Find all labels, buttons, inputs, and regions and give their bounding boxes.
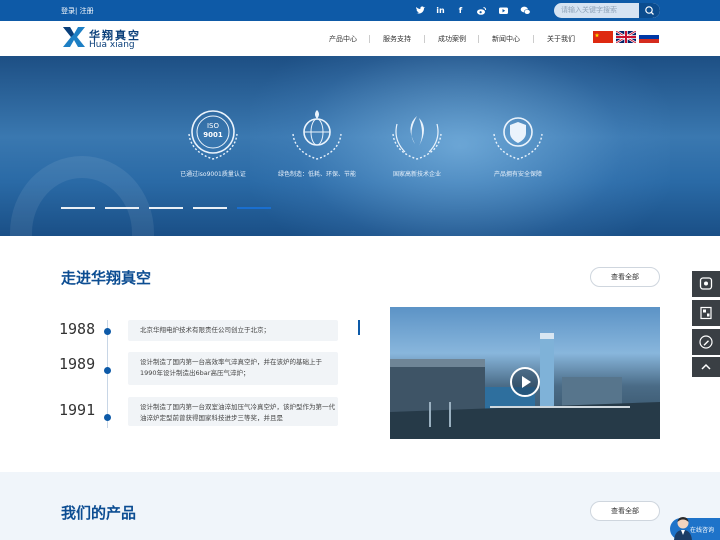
- phone-button[interactable]: [692, 271, 720, 297]
- badge-label: 产品拥有安全保障: [493, 171, 542, 178]
- timeline-year: 1991: [59, 401, 96, 419]
- globe-leaf-icon: [292, 110, 342, 160]
- slide-indicator[interactable]: [149, 207, 183, 209]
- slide-indicator[interactable]: [237, 207, 271, 209]
- russia-flag-icon[interactable]: [639, 31, 659, 43]
- shield-icon: [493, 117, 543, 160]
- timeline-dot: [104, 328, 111, 335]
- search-icon: [645, 6, 654, 15]
- timeline-scroll-indicator[interactable]: [358, 320, 360, 335]
- svg-text:9001: 9001: [203, 131, 223, 139]
- nav-cases[interactable]: 成功案例: [438, 34, 466, 44]
- play-icon: [522, 376, 531, 388]
- timeline-year: 1989: [59, 355, 96, 373]
- feedback-button[interactable]: [692, 329, 720, 355]
- svg-text:ISO: ISO: [207, 122, 220, 130]
- china-flag-icon[interactable]: [593, 31, 613, 43]
- qrcode-icon: [700, 306, 712, 320]
- about-title: 走进华翔真空: [61, 269, 152, 287]
- products-title: 我们的产品: [61, 504, 137, 522]
- linkedin-icon[interactable]: in: [435, 5, 446, 16]
- login-link[interactable]: 登录: [61, 7, 75, 15]
- chat-label: 在线咨询: [690, 527, 715, 534]
- timeline-text: 北京华翔电炉技术有限责任公司创立于北京；: [128, 320, 338, 341]
- nav-divider: [424, 35, 425, 43]
- edit-icon: [699, 335, 713, 349]
- nav-products[interactable]: 产品中心: [329, 34, 357, 44]
- banner-decor: [10, 156, 154, 236]
- phone-icon: [699, 277, 713, 290]
- nav-about[interactable]: 关于我们: [547, 34, 575, 44]
- about-view-all-button[interactable]: 查看全部: [590, 267, 660, 287]
- register-link[interactable]: 注册: [80, 7, 94, 15]
- account-links: 登录| 注册: [61, 6, 94, 16]
- products-view-all-button[interactable]: 查看全部: [590, 501, 660, 521]
- iso-9001-icon: ISO 9001: [188, 110, 238, 160]
- twitter-icon[interactable]: [415, 5, 426, 16]
- timeline-text: 设计制造了国内第一台双室油淬加压气冷真空炉，该炉型作为第一代油淬炉定型前曾获得国…: [128, 397, 338, 426]
- weibo-icon[interactable]: [476, 5, 487, 16]
- nav-service[interactable]: 服务支持: [383, 34, 411, 44]
- search-input[interactable]: 请输入关键字搜索: [561, 5, 617, 15]
- badge-label: 已通过iso9001质量认证: [180, 171, 246, 178]
- back-to-top-button[interactable]: [692, 357, 720, 377]
- logo-mark-icon[interactable]: [62, 26, 86, 48]
- hero-banner: [0, 56, 720, 236]
- play-button[interactable]: [510, 367, 540, 397]
- slide-indicator[interactable]: [105, 207, 139, 209]
- slide-indicator[interactable]: [193, 207, 227, 209]
- search-box: 请输入关键字搜索: [554, 3, 660, 18]
- logo-text-en: Hua xiang: [89, 40, 135, 50]
- timeline-dot: [104, 414, 111, 421]
- timeline-text: 设计制造了国内第一台高效率气淬真空炉，并在该炉的基础上于1990年设计制造出6b…: [128, 352, 338, 385]
- timeline-year: 1988: [59, 320, 96, 338]
- account-separator: |: [75, 7, 78, 15]
- search-button[interactable]: [639, 3, 660, 18]
- nav-news[interactable]: 新闻中心: [492, 34, 520, 44]
- nav-divider: [533, 35, 534, 43]
- uk-flag-icon[interactable]: [616, 31, 636, 43]
- nav-divider: [478, 35, 479, 43]
- youtube-icon[interactable]: [498, 5, 509, 16]
- wechat-icon[interactable]: [520, 5, 531, 16]
- badge-label: 国家高新技术企业: [392, 171, 441, 178]
- timeline-dot: [104, 367, 111, 374]
- hitech-icon: [392, 116, 442, 160]
- arrow-up-icon: [701, 363, 711, 370]
- qrcode-button[interactable]: [692, 300, 720, 326]
- nav-divider: [369, 35, 370, 43]
- badge-label: 绿色制造：低耗、环保、节能: [277, 171, 356, 178]
- slide-indicator[interactable]: [61, 207, 95, 209]
- company-video[interactable]: [390, 307, 660, 439]
- timeline-line: [107, 320, 108, 428]
- facebook-icon[interactable]: f: [455, 5, 466, 16]
